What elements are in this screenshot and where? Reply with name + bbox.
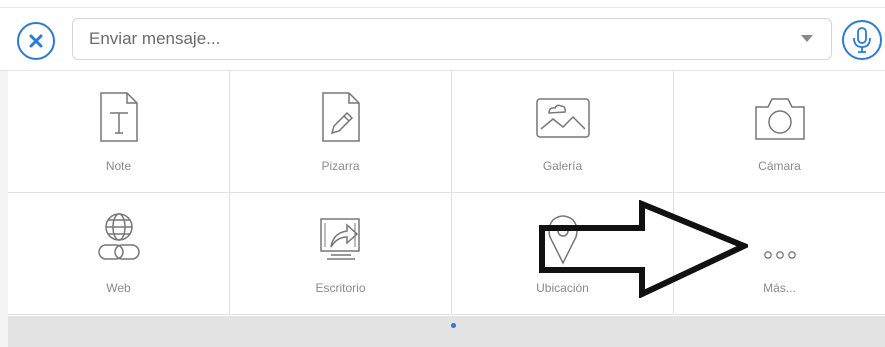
pager-bar <box>8 316 885 347</box>
close-button[interactable] <box>17 22 55 60</box>
camera-icon <box>754 98 805 140</box>
message-bar <box>0 8 885 71</box>
tile-label: Cámara <box>758 159 801 173</box>
chevron-down-icon[interactable] <box>801 35 813 42</box>
close-icon <box>29 34 43 48</box>
top-edge <box>0 0 885 8</box>
tile-web[interactable]: Web <box>8 193 230 315</box>
gallery-icon <box>535 98 590 138</box>
whiteboard-icon <box>321 92 360 142</box>
tile-label: Pizarra <box>321 159 360 173</box>
attachment-grid: Note Pizarra Galería Cámara Web Escritor… <box>8 71 885 316</box>
left-edge <box>0 71 8 347</box>
tile-whiteboard[interactable]: Pizarra <box>230 71 452 193</box>
right-arrow-annotation <box>539 200 748 298</box>
message-field <box>72 18 832 60</box>
tile-camera[interactable]: Cámara <box>674 71 885 193</box>
tile-label: Escritorio <box>315 281 366 295</box>
web-icon <box>97 213 140 260</box>
more-icon <box>763 251 796 259</box>
tile-desktop[interactable]: Escritorio <box>230 193 452 315</box>
tile-label: Note <box>105 159 132 173</box>
tile-label: Web <box>106 281 131 295</box>
page-indicator-dot[interactable] <box>451 323 456 328</box>
microphone-icon <box>853 27 871 53</box>
note-icon <box>99 92 138 142</box>
message-input[interactable] <box>89 19 769 59</box>
tile-note[interactable]: Note <box>8 71 230 193</box>
microphone-button[interactable] <box>842 20 882 60</box>
tile-gallery[interactable]: Galería <box>452 71 674 193</box>
desktop-share-icon <box>319 218 360 260</box>
tile-label: Galería <box>542 159 583 173</box>
